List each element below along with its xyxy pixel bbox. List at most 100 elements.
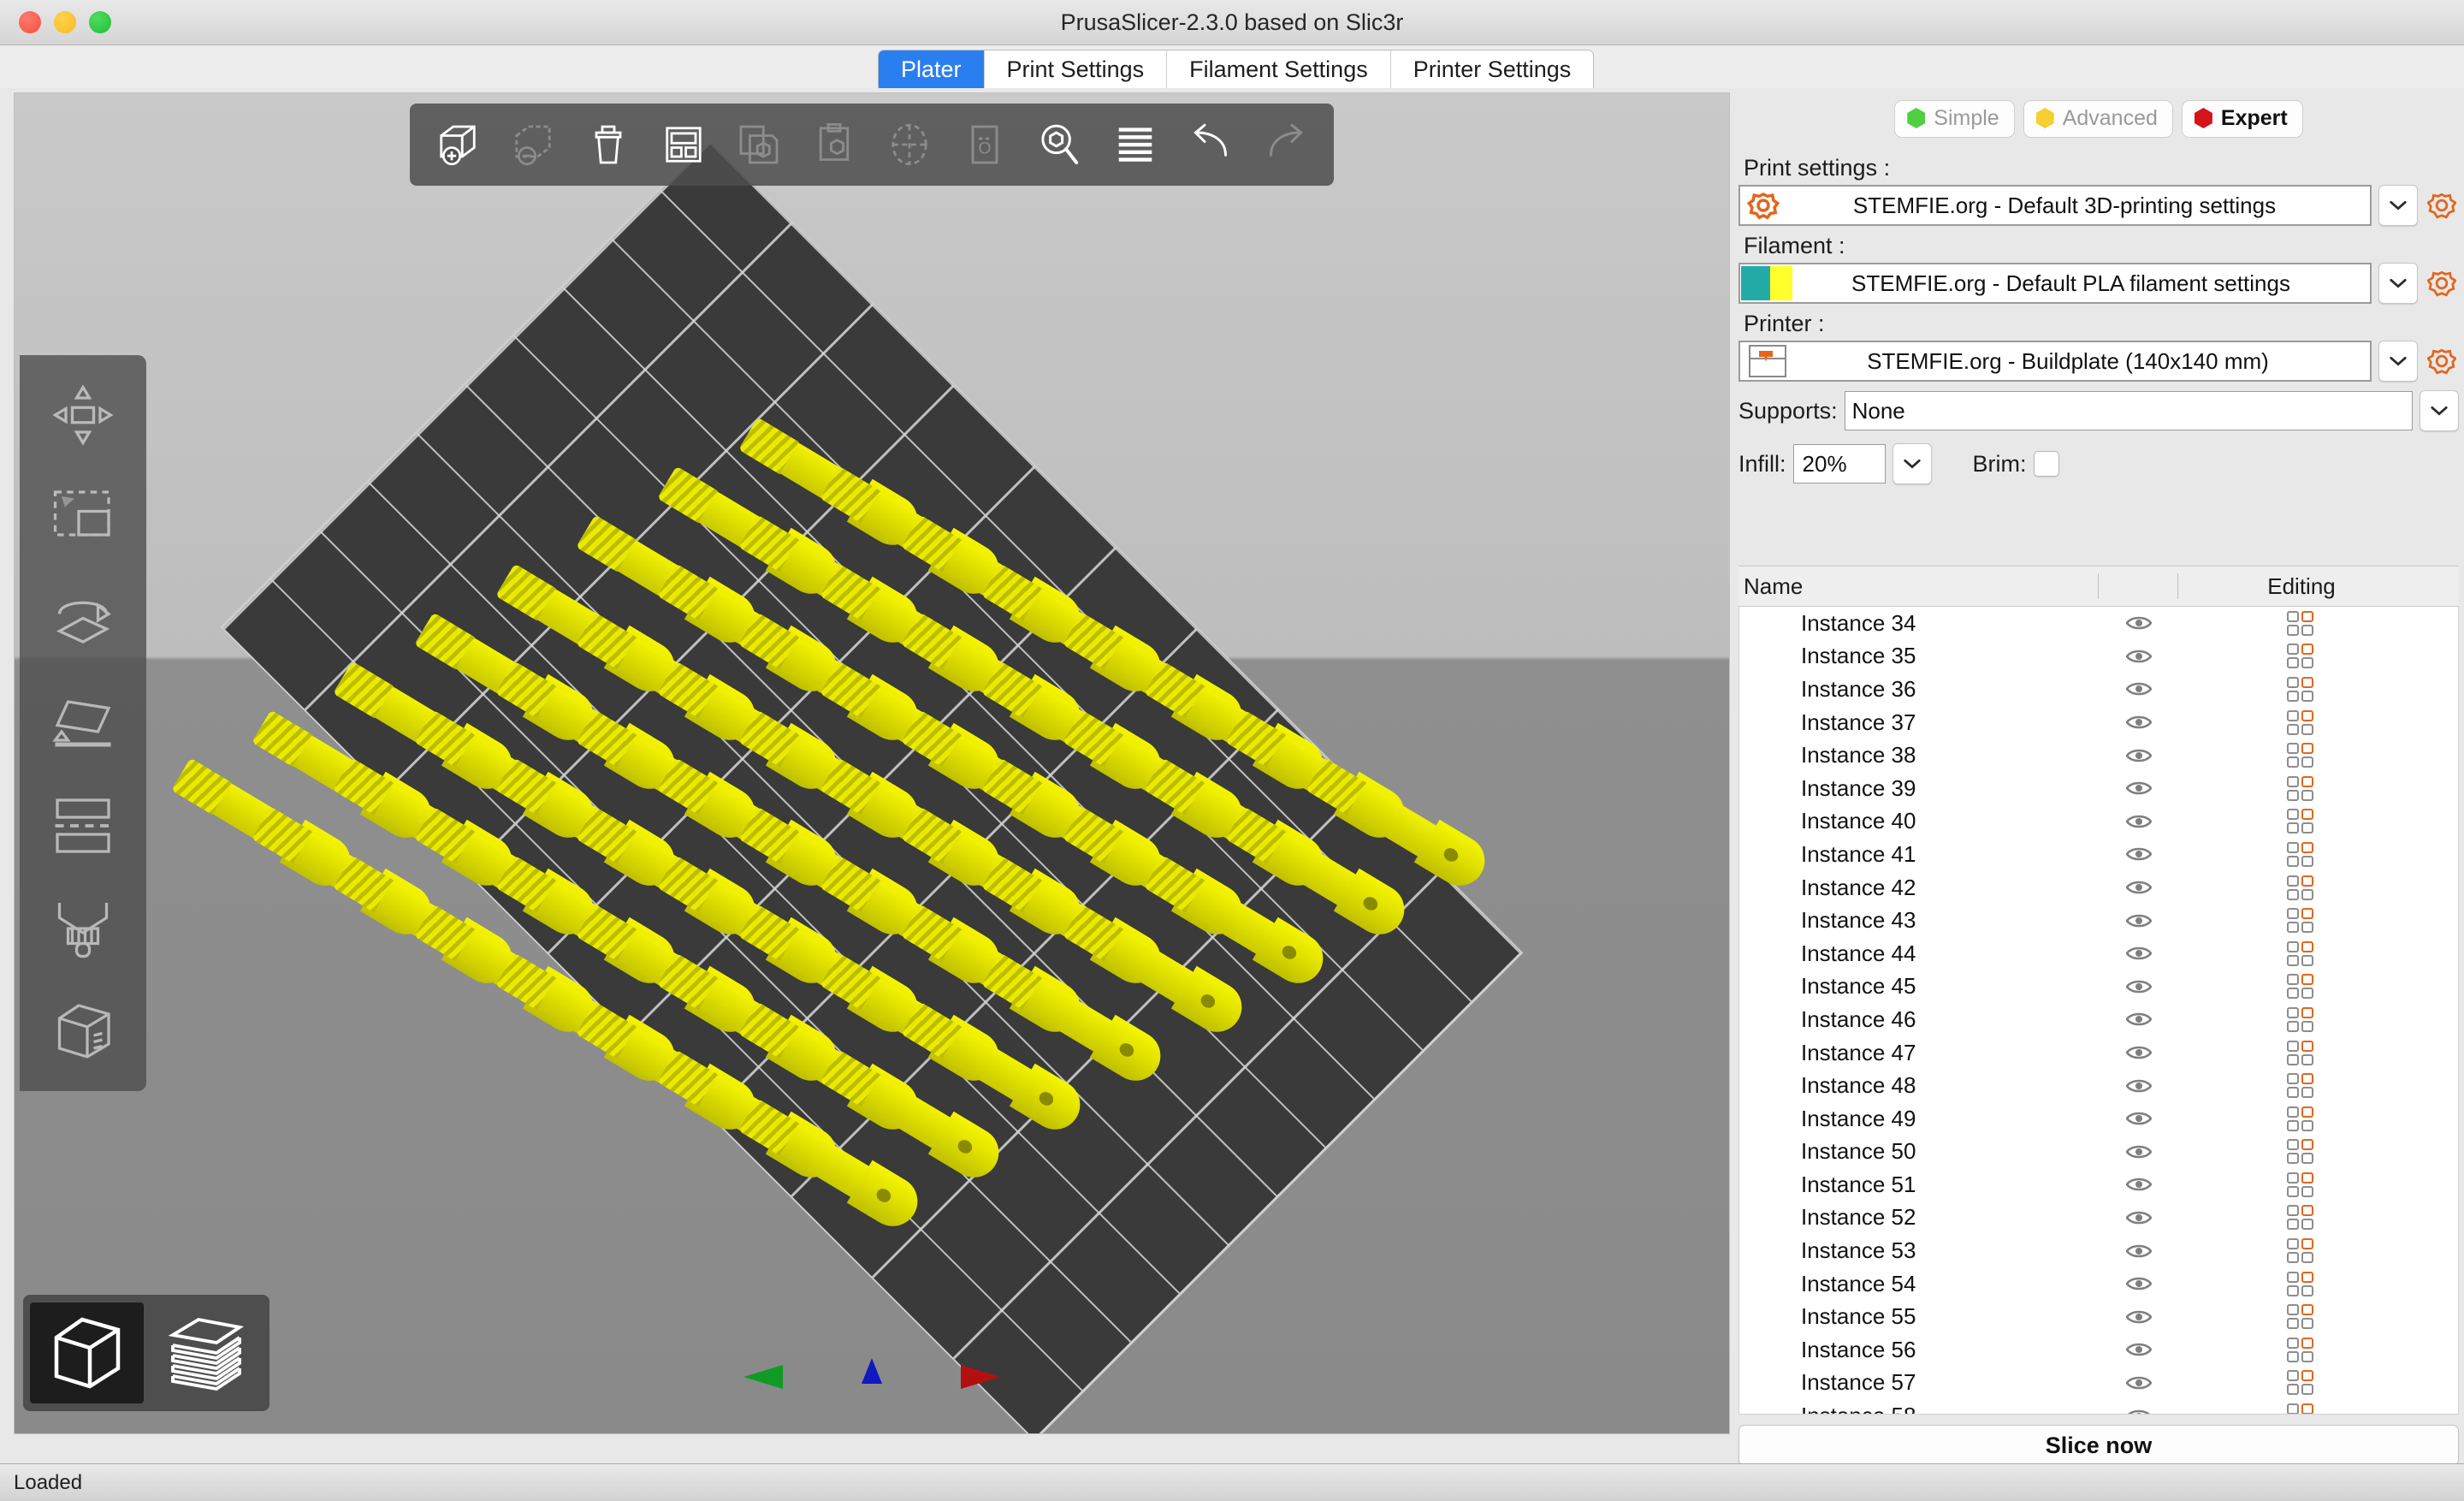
undo-icon[interactable] [1173,107,1248,182]
editing-state-icon[interactable] [2178,908,2458,934]
visibility-eye-icon[interactable] [2099,813,2178,830]
editing-state-icon[interactable] [2178,1370,2458,1396]
table-row[interactable]: Instance 56 [1739,1333,2458,1367]
print-settings-edit-gear-icon[interactable] [2425,185,2459,226]
table-row[interactable]: Instance 41 [1739,838,2458,871]
editing-state-icon[interactable] [2178,1205,2458,1231]
visibility-eye-icon[interactable] [2099,1341,2178,1358]
editing-state-icon[interactable] [2178,1238,2458,1264]
visibility-eye-icon[interactable] [2099,1176,2178,1193]
print-settings-dropdown-arrow[interactable] [2378,185,2418,226]
table-row[interactable]: Instance 47 [1739,1036,2458,1070]
table-row[interactable]: Instance 52 [1739,1201,2458,1235]
add-icon[interactable] [420,107,495,182]
support-painting-icon[interactable] [32,877,134,980]
print-settings-combo[interactable]: STEMFIE.org - Default 3D-printing settin… [1738,185,2372,226]
editing-state-icon[interactable] [2178,1139,2458,1165]
table-row[interactable]: Instance 38 [1739,739,2458,772]
variable-layer-height-icon[interactable] [1098,107,1173,182]
visibility-eye-icon[interactable] [2099,912,2178,929]
editing-state-icon[interactable] [2178,1006,2458,1032]
mode-simple-button[interactable]: Simple [1894,100,2015,138]
editing-state-icon[interactable] [2178,775,2458,801]
editing-state-icon[interactable] [2178,1271,2458,1296]
visibility-eye-icon[interactable] [2099,714,2178,731]
visibility-eye-icon[interactable] [2099,1011,2178,1028]
editing-state-icon[interactable] [2178,709,2458,735]
editing-state-icon[interactable] [2178,644,2458,669]
slice-now-button[interactable]: Slice now [1738,1425,2459,1466]
table-row[interactable]: Instance 40 [1739,805,2458,839]
editor-view-icon[interactable] [30,1302,144,1403]
editing-state-icon[interactable] [2178,809,2458,834]
editing-state-icon[interactable] [2178,1172,2458,1197]
mode-advanced-button[interactable]: Advanced [2023,100,2173,138]
table-row[interactable]: Instance 57 [1739,1367,2458,1400]
table-row[interactable]: Instance 36 [1739,673,2458,706]
visibility-eye-icon[interactable] [2099,1308,2178,1326]
visibility-eye-icon[interactable] [2099,1209,2178,1226]
table-row[interactable]: Instance 37 [1739,706,2458,739]
scale-icon[interactable] [32,466,134,569]
visibility-eye-icon[interactable] [2099,1275,2178,1292]
table-row[interactable]: Instance 51 [1739,1168,2458,1201]
supports-dropdown-arrow[interactable] [2420,390,2459,431]
visibility-eye-icon[interactable] [2099,879,2178,896]
editing-state-icon[interactable] [2178,974,2458,1000]
model-instance[interactable] [168,753,359,895]
object-list[interactable]: Instance 34 Instance 35 Instance 36 Instanc… [1738,607,2459,1415]
editing-state-icon[interactable] [2178,875,2458,900]
model-instance[interactable] [249,802,441,944]
table-row[interactable]: Instance 54 [1739,1267,2458,1301]
table-row[interactable]: Instance 58 [1739,1399,2458,1414]
editing-state-icon[interactable] [2178,1304,2458,1330]
visibility-eye-icon[interactable] [2099,780,2178,797]
table-row[interactable]: Instance 49 [1739,1102,2458,1136]
printer-combo[interactable]: STEMFIE.org - Buildplate (140x140 mm) [1738,341,2372,382]
tab-printer-settings[interactable]: Printer Settings [1390,50,1594,92]
move-icon[interactable] [32,364,134,466]
supports-select[interactable]: None [1844,391,2413,430]
table-row[interactable]: Instance 45 [1739,970,2458,1004]
mode-expert-button[interactable]: Expert [2181,100,2303,138]
editing-state-icon[interactable] [2178,1337,2458,1362]
place-on-face-icon[interactable] [32,672,134,774]
search-icon[interactable] [1022,107,1098,182]
column-divider[interactable] [2098,573,2099,599]
table-row[interactable]: Instance 48 [1739,1069,2458,1102]
table-row[interactable]: Instance 50 [1739,1136,2458,1169]
editing-state-icon[interactable] [2178,1106,2458,1131]
visibility-eye-icon[interactable] [2099,747,2178,764]
visibility-eye-icon[interactable] [2099,945,2178,962]
editing-state-icon[interactable] [2178,1073,2458,1099]
editing-state-icon[interactable] [2178,940,2458,966]
table-row[interactable]: Instance 55 [1739,1300,2458,1333]
visibility-eye-icon[interactable] [2099,1044,2178,1061]
filament-dropdown-arrow[interactable] [2378,263,2418,304]
arrange-icon[interactable] [646,107,721,182]
visibility-eye-icon[interactable] [2099,1077,2178,1095]
visibility-eye-icon[interactable] [2099,1143,2178,1160]
editing-state-icon[interactable] [2178,743,2458,768]
filament-edit-gear-icon[interactable] [2425,263,2459,304]
editing-state-icon[interactable] [2178,676,2458,702]
visibility-eye-icon[interactable] [2099,648,2178,665]
printer-dropdown-arrow[interactable] [2378,341,2418,382]
tab-filament-settings[interactable]: Filament Settings [1167,50,1391,92]
visibility-eye-icon[interactable] [2099,845,2178,863]
table-row[interactable]: Instance 44 [1739,937,2458,970]
visibility-eye-icon[interactable] [2099,1374,2178,1391]
editing-state-icon[interactable] [2178,1040,2458,1065]
table-row[interactable]: Instance 39 [1739,772,2458,805]
table-row[interactable]: Instance 34 [1739,607,2458,640]
editing-state-icon[interactable] [2178,1403,2458,1414]
cut-icon[interactable] [32,774,134,877]
table-row[interactable]: Instance 42 [1739,871,2458,905]
preview-layers-icon[interactable] [149,1302,263,1403]
editing-state-icon[interactable] [2178,841,2458,867]
delete-all-icon[interactable] [571,107,646,182]
3d-viewport[interactable]: O [14,92,1730,1434]
visibility-eye-icon[interactable] [2099,1110,2178,1127]
infill-input[interactable]: 20% [1792,444,1886,484]
table-row[interactable]: Instance 53 [1739,1234,2458,1267]
